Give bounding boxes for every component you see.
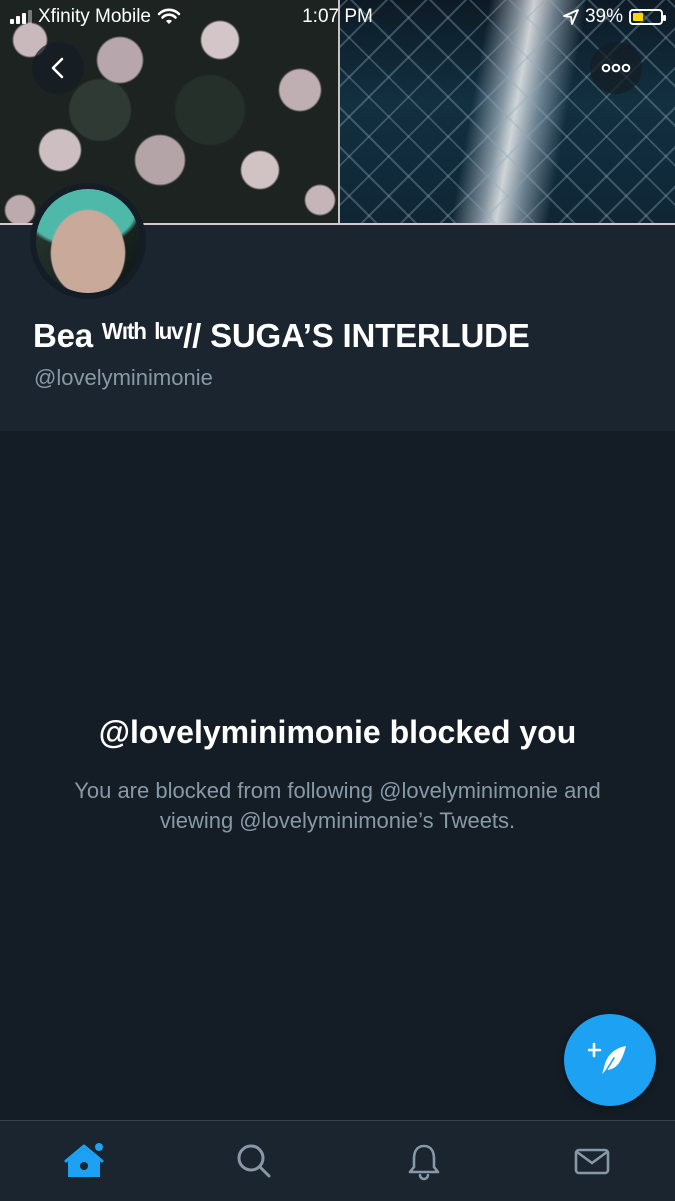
search-icon	[237, 1144, 271, 1178]
tab-notifications[interactable]	[402, 1139, 446, 1183]
tab-home[interactable]	[64, 1139, 108, 1183]
battery-icon	[629, 9, 666, 25]
more-dots-icon	[601, 63, 631, 73]
blocked-title: @lovelyminimonie blocked you	[98, 714, 577, 750]
mail-icon	[574, 1148, 610, 1175]
compose-tweet-button[interactable]	[564, 1014, 656, 1106]
status-right: 39%	[563, 6, 666, 28]
avatar[interactable]	[30, 183, 146, 299]
blocked-description: You are blocked from following @lovelymi…	[74, 778, 601, 833]
bell-icon	[408, 1144, 440, 1181]
battery-level	[633, 13, 643, 21]
location-arrow-icon	[563, 9, 579, 25]
back-button[interactable]	[32, 42, 84, 94]
tab-search[interactable]	[232, 1139, 276, 1183]
tab-messages[interactable]	[570, 1139, 614, 1183]
battery-percent: 39%	[584, 6, 623, 27]
bottom-tab-bar	[0, 1120, 675, 1201]
avatar-image	[36, 189, 140, 293]
chevron-left-icon	[51, 57, 64, 79]
compose-feather-icon	[588, 1042, 626, 1075]
status-bar: Xfinity Mobile 1:07 PM 39%	[0, 0, 675, 34]
user-handle: @lovelyminimonie	[34, 365, 213, 390]
home-icon	[64, 1143, 104, 1177]
more-options-button[interactable]	[590, 42, 642, 94]
display-name: Bea ᵂᶦᵗʰ ˡᵘᵛ// SUGA’S INTERLUDE	[33, 317, 530, 354]
